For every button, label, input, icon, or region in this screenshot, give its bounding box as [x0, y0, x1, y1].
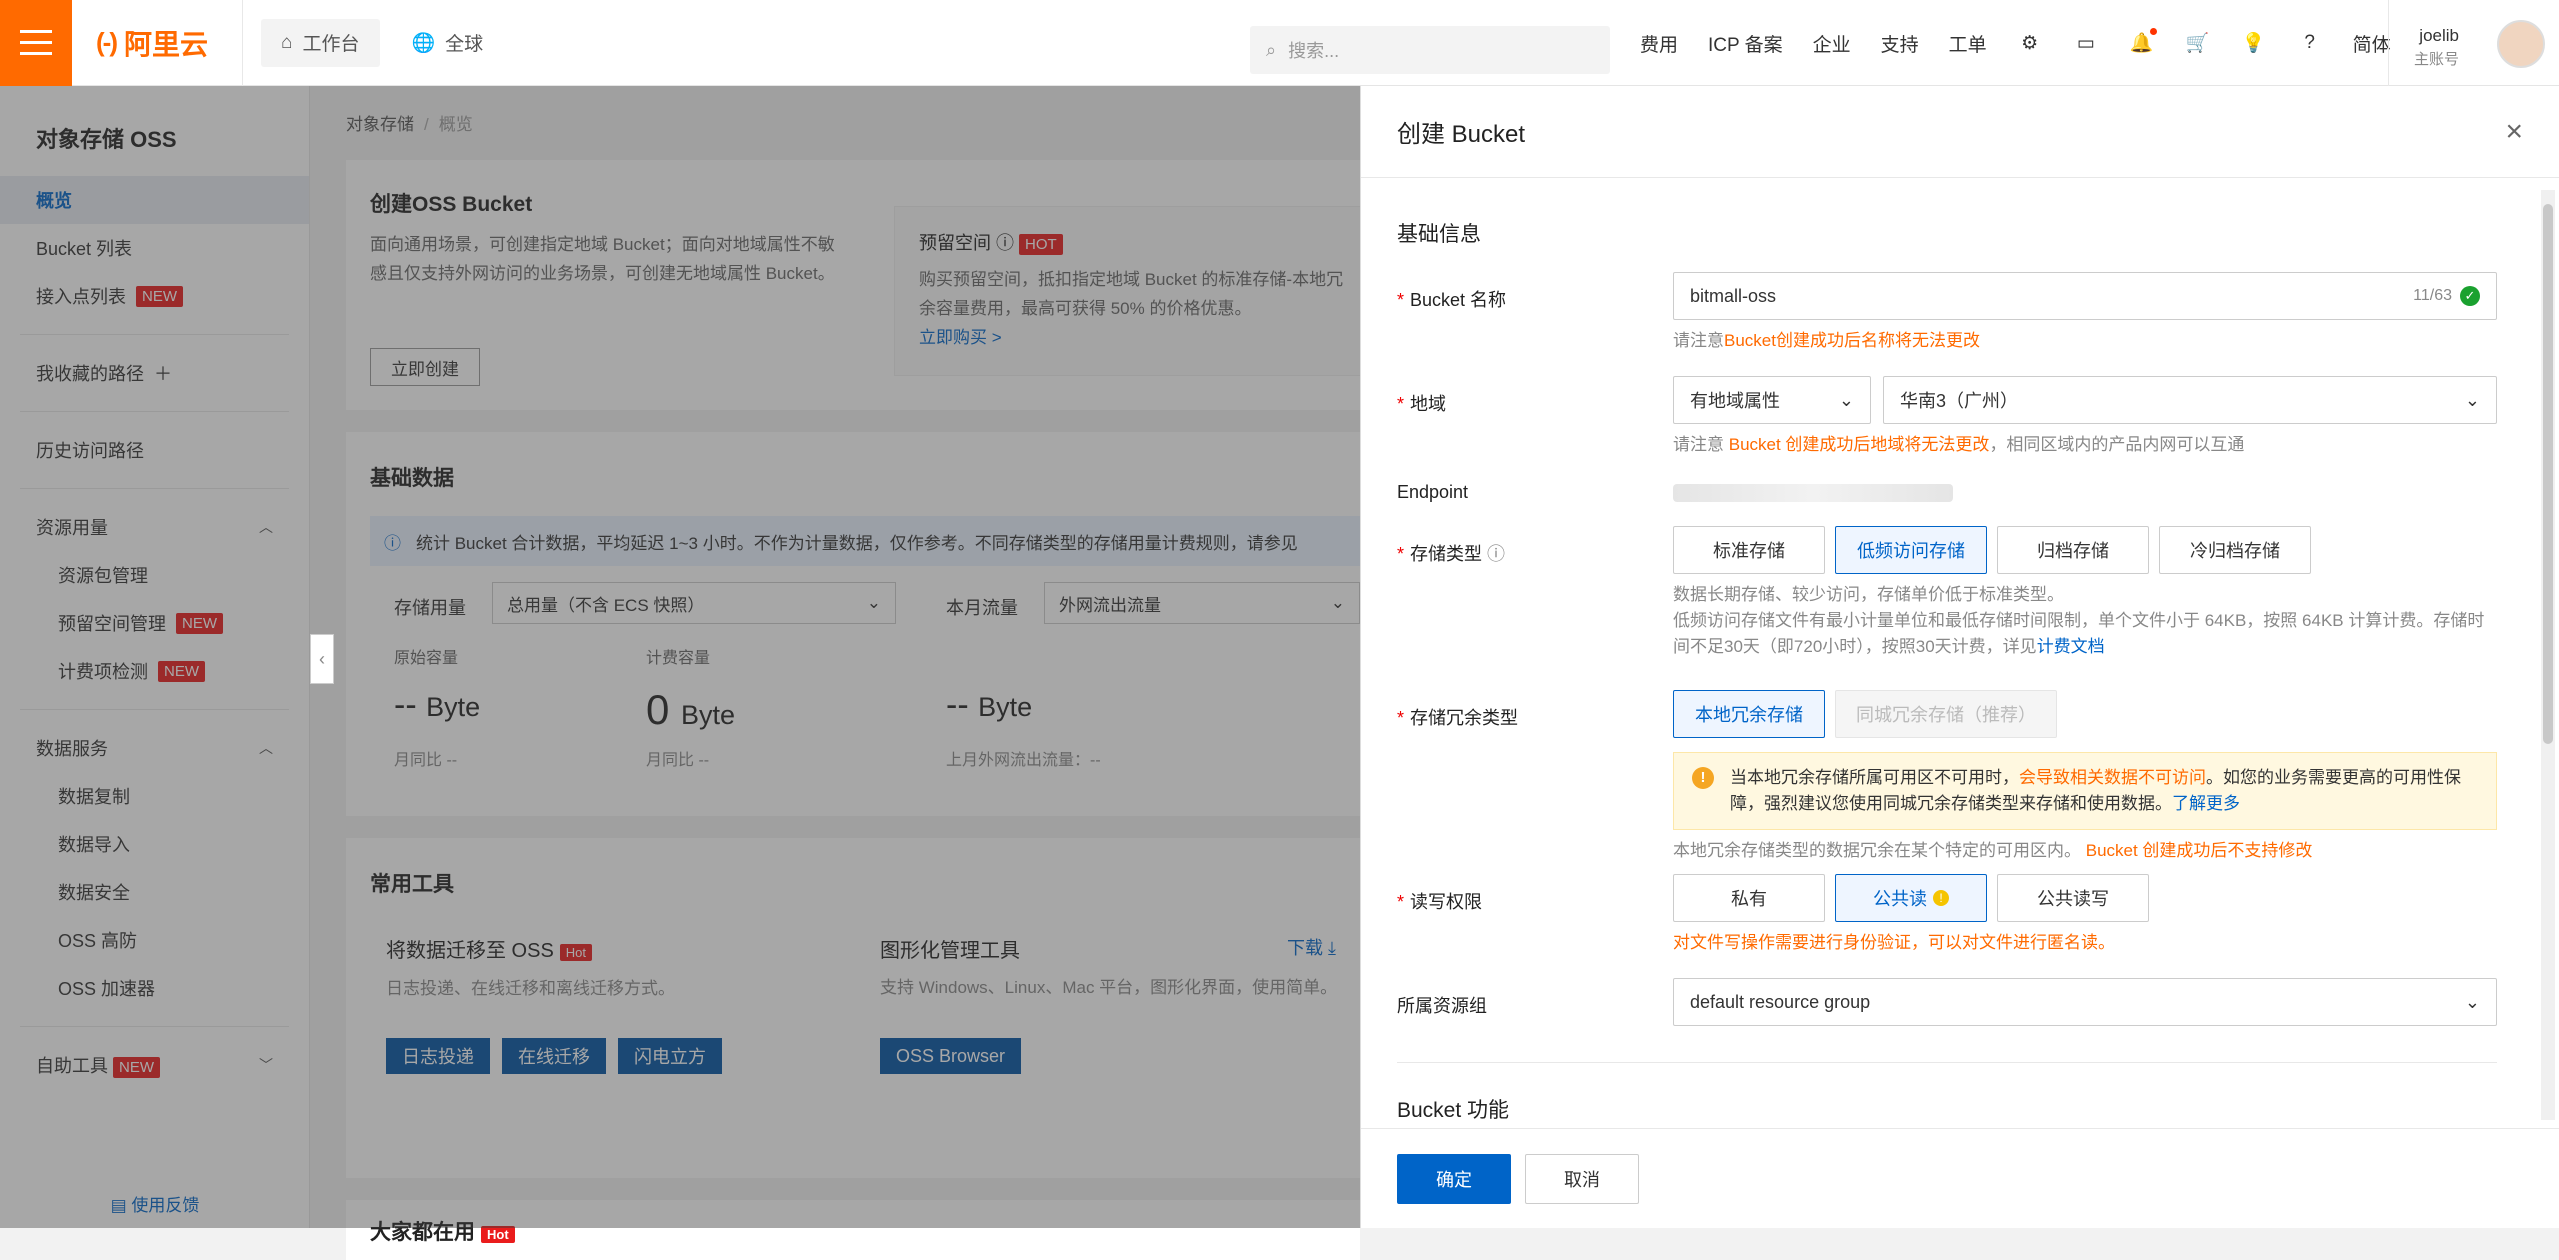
help-icon[interactable]: ⓘ [1487, 544, 1505, 564]
warning-icon: ! [1933, 890, 1949, 906]
terminal-icon[interactable]: ▭ [2073, 30, 2099, 56]
section-features-title: Bucket 功能 [1397, 1099, 1510, 1122]
search-icon: ⌕ [1266, 39, 1277, 60]
drawer-title: 创建 Bucket [1397, 121, 1526, 148]
bucket-name-input[interactable]: bitmall-oss 11/63 ✓ [1673, 272, 2497, 320]
create-bucket-drawer: 创建 Bucket × 基础信息 * Bucket 名称 bitmall-oss 1… [1360, 86, 2559, 1228]
bell-icon[interactable]: 🔔 [2129, 28, 2157, 56]
global-button[interactable]: 🌐 全球 [392, 19, 504, 67]
chevron-left-icon: ‹ [319, 648, 325, 669]
chevron-down-icon: ⌄ [2464, 991, 2480, 1012]
user-role: 主账号 [2413, 51, 2459, 68]
redundancy-zrs-option[interactable]: 同城冗余存储（推荐） [1835, 690, 2057, 738]
search-input[interactable]: ⌕ 搜索... [1250, 26, 1610, 74]
user-info[interactable]: joelib 主账号 [2414, 24, 2459, 72]
language-switch[interactable]: 简体 [2353, 30, 2391, 57]
cancel-button[interactable]: 取消 [1525, 1153, 1639, 1204]
avatar[interactable] [2497, 20, 2545, 68]
top-link-ticket[interactable]: 工单 [1949, 30, 1987, 57]
modal-overlay[interactable] [0, 86, 1360, 1228]
top-link-icp[interactable]: ICP 备案 [1708, 30, 1783, 57]
confirm-button[interactable]: 确定 [1397, 1153, 1511, 1204]
storage-archive-option[interactable]: 归档存储 [1997, 526, 2149, 574]
menu-icon[interactable] [0, 0, 72, 86]
storage-cold-archive-option[interactable]: 冷归档存储 [2159, 526, 2311, 574]
top-link-fees[interactable]: 费用 [1640, 30, 1678, 57]
redundancy-notice: ! 当本地冗余存储所属可用区不可用时，会导致相关数据不可访问。如您的业务需要更高的… [1673, 752, 2497, 830]
top-link-enterprise[interactable]: 企业 [1813, 30, 1851, 57]
storage-ia-option[interactable]: 低频访问存储 [1835, 526, 1987, 574]
chevron-down-icon: ⌄ [1838, 389, 1854, 410]
workbench-button[interactable]: ⌂ 工作台 [261, 18, 380, 67]
chevron-down-icon: ⌄ [2464, 389, 2480, 410]
region-type-select[interactable]: 有地域属性 ⌄ [1673, 376, 1871, 424]
learn-more-link[interactable]: 了解更多 [2172, 794, 2240, 813]
help-icon[interactable]: ? [2297, 30, 2323, 56]
endpoint-value [1673, 484, 1953, 502]
acl-public-rw-option[interactable]: 公共读写 [1997, 874, 2149, 922]
logo[interactable]: (-) 阿里云 [96, 23, 224, 63]
top-bar: (-) 阿里云 ⌂ 工作台 🌐 全球 ⌕ 搜索... 费用 ICP 备案 企业 支持 工… [0, 0, 2559, 86]
close-icon[interactable]: × [2505, 115, 2523, 149]
resource-group-select[interactable]: default resource group ⌄ [1673, 978, 2497, 1026]
cloud-shell-icon[interactable]: ⚙ [2017, 30, 2043, 56]
drawer-scrollbar[interactable] [2541, 190, 2555, 1120]
user-name: joelib [2419, 26, 2459, 45]
collapse-sidebar-button[interactable]: ‹ [310, 634, 334, 684]
acl-public-read-option[interactable]: 公共读! [1835, 874, 1987, 922]
logo-mark-icon: (-) [96, 27, 118, 57]
lightbulb-icon[interactable]: 💡 [2241, 30, 2267, 56]
home-icon: ⌂ [281, 31, 293, 53]
storage-standard-option[interactable]: 标准存储 [1673, 526, 1825, 574]
billing-doc-link[interactable]: 计费文档 [2037, 637, 2105, 656]
globe-icon: 🌐 [411, 32, 436, 54]
region-select[interactable]: 华南3（广州） ⌄ [1883, 376, 2497, 424]
warning-icon: ! [1692, 767, 1714, 789]
redundancy-lrs-option[interactable]: 本地冗余存储 [1673, 690, 1825, 738]
check-icon: ✓ [2460, 286, 2480, 306]
cart-icon[interactable]: 🛒 [2185, 30, 2211, 56]
acl-private-option[interactable]: 私有 [1673, 874, 1825, 922]
section-basic-title: 基础信息 [1397, 223, 1481, 246]
top-link-support[interactable]: 支持 [1881, 30, 1919, 57]
